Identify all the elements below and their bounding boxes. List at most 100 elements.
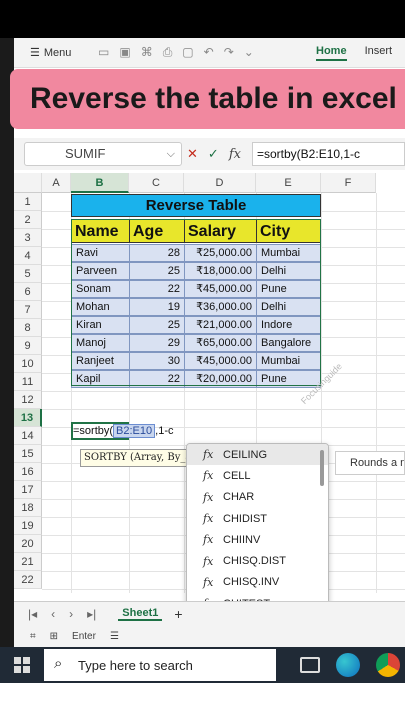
formula-input[interactable]: =sortby(B2:E10,1-c [252, 142, 405, 166]
table-cell[interactable]: Parveen [71, 262, 130, 280]
tab-insert[interactable]: Insert [365, 45, 393, 61]
row-header[interactable]: 17 [14, 481, 42, 499]
table-cell[interactable]: Indore [256, 316, 321, 334]
table-cell[interactable]: Ravi [71, 244, 130, 262]
table-cell[interactable]: 25 [129, 316, 185, 334]
row-header[interactable]: 2 [14, 211, 42, 229]
chevron-down-icon[interactable]: ⌵ [167, 143, 175, 165]
taskbar-search[interactable]: ⌕ Type here to search [44, 649, 276, 681]
autocomplete-item[interactable]: fx CEILING [187, 444, 328, 466]
row-header[interactable]: 11 [14, 373, 42, 391]
row-header[interactable]: 7 [14, 301, 42, 319]
col-header-e[interactable]: E [256, 173, 321, 193]
table-cell[interactable]: ₹18,000.00 [184, 262, 257, 280]
table-cell[interactable]: Ranjeet [71, 352, 130, 370]
spreadsheet-grid[interactable]: A B C D E F 1 2 3 4 5 6 7 8 9 10 11 12 13 14 15 16 17 18 1… [14, 173, 405, 645]
table-cell[interactable]: ₹20,000.00 [184, 370, 257, 388]
table-cell[interactable]: Delhi [256, 262, 321, 280]
undo-icon[interactable]: ↶ [204, 45, 214, 60]
table-cell[interactable]: Mumbai [256, 244, 321, 262]
menu-button[interactable]: ☰ Menu [14, 46, 94, 60]
redo-icon[interactable]: ↷ [224, 45, 234, 60]
table-cell[interactable]: Kiran [71, 316, 130, 334]
table-cell[interactable]: 19 [129, 298, 185, 316]
row-header[interactable]: 22 [14, 571, 42, 589]
tab-sheet1[interactable]: Sheet1 [118, 607, 163, 621]
table-cell[interactable]: Sonam [71, 280, 130, 298]
table-cell[interactable]: Delhi [256, 298, 321, 316]
row-header[interactable]: 6 [14, 283, 42, 301]
add-sheet-button[interactable]: + [174, 606, 182, 622]
folder-icon[interactable]: ▭ [98, 45, 109, 60]
col-header-c[interactable]: C [129, 173, 184, 193]
table-cell[interactable]: Mumbai [256, 352, 321, 370]
macro-icon[interactable]: ⌗ [30, 631, 36, 642]
windows-start-icon[interactable] [14, 657, 30, 673]
task-view-icon[interactable] [300, 657, 320, 673]
row-header[interactable]: 3 [14, 229, 42, 247]
select-all-corner[interactable] [14, 173, 42, 193]
row-header[interactable]: 14 [14, 427, 42, 445]
col-header-b[interactable]: B [71, 173, 129, 193]
cancel-icon[interactable]: ✕ [187, 146, 198, 162]
col-header-d[interactable]: D [184, 173, 256, 193]
table-cell[interactable]: ₹65,000.00 [184, 334, 257, 352]
autocomplete-item[interactable]: fx CHISQ.INV [187, 572, 328, 593]
table-cell[interactable]: 29 [129, 334, 185, 352]
col-header-a[interactable]: A [42, 173, 71, 193]
preview-icon[interactable]: ▢ [182, 45, 193, 60]
table-cell[interactable]: ₹36,000.00 [184, 298, 257, 316]
insert-function-icon[interactable]: fx [229, 147, 241, 162]
table-cell[interactable]: 30 [129, 352, 185, 370]
autocomplete-item[interactable]: fx CHISQ.DIST [187, 550, 328, 571]
edge-browser-icon[interactable] [336, 653, 360, 677]
tab-home[interactable]: Home [316, 45, 347, 61]
col-header-f[interactable]: F [321, 173, 376, 193]
table-cell[interactable]: ₹45,000.00 [184, 352, 257, 370]
autocomplete-item[interactable]: fx CHIDIST [187, 508, 328, 529]
table-cell[interactable]: ₹25,000.00 [184, 244, 257, 262]
table-cell[interactable]: 25 [129, 262, 185, 280]
row-header[interactable]: 13 [14, 409, 42, 427]
row-header[interactable]: 9 [14, 337, 42, 355]
table-cell[interactable]: Kapil [71, 370, 130, 388]
row-header[interactable]: 20 [14, 535, 42, 553]
last-sheet-icon[interactable]: ▸| [87, 607, 96, 621]
row-header[interactable]: 8 [14, 319, 42, 337]
row-header[interactable]: 1 [14, 193, 42, 211]
save-icon[interactable]: ▣ [119, 45, 130, 60]
autocomplete-item[interactable]: fx CELL [187, 465, 328, 486]
table-cell[interactable]: Manoj [71, 334, 130, 352]
table-cell[interactable]: 22 [129, 280, 185, 298]
function-signature-tooltip[interactable]: SORTBY (Array, By_a [80, 449, 198, 467]
print-icon[interactable]: ⎙ [163, 45, 173, 60]
first-sheet-icon[interactable]: |◂ [28, 607, 37, 621]
table-cell[interactable]: Bangalore [256, 334, 321, 352]
row-header[interactable]: 5 [14, 265, 42, 283]
table-cell[interactable]: Pune [256, 280, 321, 298]
enter-check-icon[interactable]: ✓ [208, 146, 219, 162]
row-header[interactable]: 16 [14, 463, 42, 481]
row-header[interactable]: 18 [14, 499, 42, 517]
prev-sheet-icon[interactable]: ‹ [51, 607, 55, 621]
table-cell[interactable]: 28 [129, 244, 185, 262]
chrome-browser-icon[interactable] [376, 653, 400, 677]
row-header[interactable]: 21 [14, 553, 42, 571]
more-icon[interactable]: ⌄ [244, 45, 254, 60]
autocomplete-item[interactable]: fx CHIINV [187, 529, 328, 550]
table-cell[interactable]: Mohan [71, 298, 130, 316]
export-icon[interactable]: ⌘ [141, 45, 153, 60]
row-header[interactable]: 12 [14, 391, 42, 409]
cell-mode-icon[interactable]: ☰ [110, 631, 119, 642]
table-cell[interactable]: 22 [129, 370, 185, 388]
table-cell[interactable]: ₹21,000.00 [184, 316, 257, 334]
table-cell[interactable]: ₹45,000.00 [184, 280, 257, 298]
row-header[interactable]: 15 [14, 445, 42, 463]
row-header[interactable]: 4 [14, 247, 42, 265]
autocomplete-item[interactable]: fx CHAR [187, 487, 328, 508]
autocomplete-scrollbar[interactable] [320, 450, 324, 486]
next-sheet-icon[interactable]: › [69, 607, 73, 621]
row-header[interactable]: 19 [14, 517, 42, 535]
accessibility-icon[interactable]: ⊞ [50, 631, 58, 642]
name-box[interactable]: SUMIF ⌵ [24, 142, 182, 166]
